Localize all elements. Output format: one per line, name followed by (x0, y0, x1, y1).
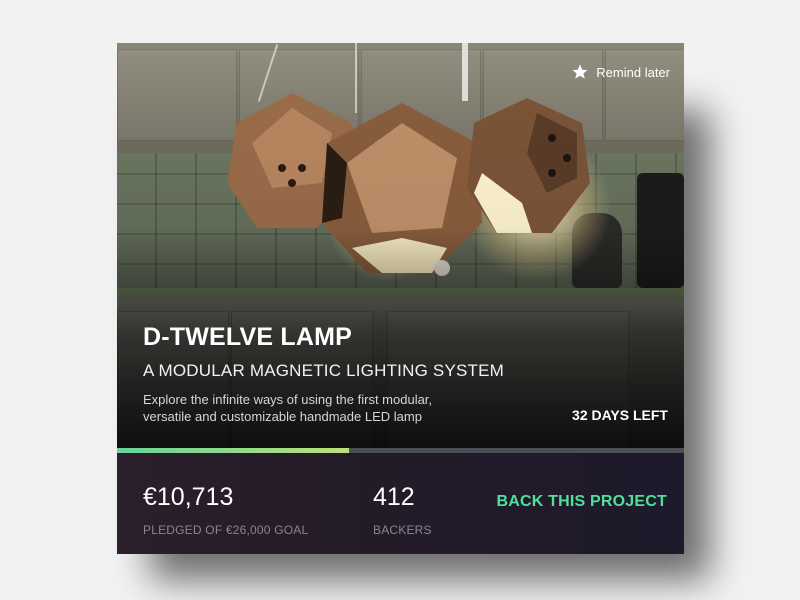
back-project-button[interactable]: BACK THIS PROJECT (496, 493, 667, 511)
pledged-amount: €10,713 (143, 483, 234, 511)
backers-count: 412 (373, 483, 415, 511)
project-card[interactable]: Remind later D-TWELVE LAMP A MODULAR MAG… (117, 43, 684, 554)
pledged-goal-label: PLEDGED OF €26,000 GOAL (143, 523, 309, 537)
page: Remind later D-TWELVE LAMP A MODULAR MAG… (0, 0, 800, 600)
project-subtitle: A MODULAR MAGNETIC LIGHTING SYSTEM (143, 361, 505, 380)
remind-later-button[interactable]: Remind later (571, 63, 670, 81)
backers-label: BACKERS (373, 523, 432, 537)
project-title: D-TWELVE LAMP (143, 323, 353, 351)
days-left-label: 32 DAYS LEFT (572, 407, 668, 423)
star-icon (572, 64, 588, 79)
project-description: Explore the infinite ways of using the f… (143, 392, 433, 424)
remind-later-label: Remind later (596, 64, 670, 80)
funding-footer: €10,713 PLEDGED OF €26,000 GOAL 412 BACK… (117, 453, 684, 554)
